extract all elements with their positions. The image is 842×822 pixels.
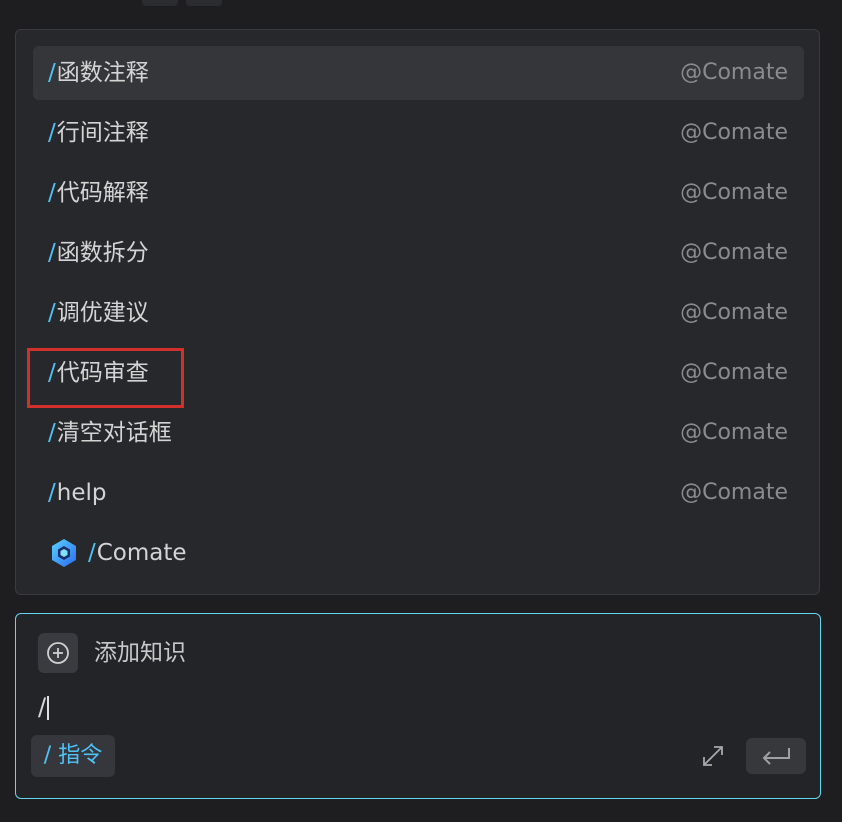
slash-prefix: / bbox=[48, 360, 56, 386]
command-source: @Comate bbox=[680, 480, 788, 505]
command-source: @Comate bbox=[680, 180, 788, 205]
command-menu: /函数注释 @Comate /行间注释 @Comate /代码解释 @Comat… bbox=[15, 29, 820, 595]
command-label: /清空对话框 bbox=[48, 406, 172, 460]
query-input[interactable]: / bbox=[38, 689, 678, 725]
command-item-tuning-advice[interactable]: /调优建议 @Comate bbox=[33, 286, 804, 340]
command-label: /代码审查 bbox=[48, 346, 149, 400]
slash-prefix: / bbox=[48, 240, 56, 266]
command-item-code-review[interactable]: /代码审查 @Comate bbox=[33, 346, 804, 400]
command-list: /函数注释 @Comate /行间注释 @Comate /代码解释 @Comat… bbox=[33, 46, 804, 586]
command-name: Comate bbox=[96, 540, 187, 566]
slash-prefix: / bbox=[48, 300, 56, 326]
command-source: @Comate bbox=[680, 240, 788, 265]
plus-circle-icon bbox=[47, 642, 69, 664]
command-item-function-comment[interactable]: /函数注释 @Comate bbox=[33, 46, 804, 100]
command-name: 行间注释 bbox=[56, 120, 149, 146]
query-value: / bbox=[38, 693, 47, 721]
add-knowledge-label: 添加知识 bbox=[94, 640, 186, 666]
command-item-help[interactable]: /help @Comate bbox=[33, 466, 804, 520]
command-item-comate[interactable]: /Comate bbox=[33, 526, 804, 580]
send-button[interactable] bbox=[746, 738, 806, 774]
command-source: @Comate bbox=[680, 360, 788, 385]
command-item-inline-comment[interactable]: /行间注释 @Comate bbox=[33, 106, 804, 160]
top-stub bbox=[186, 0, 222, 6]
slash-prefix: / bbox=[48, 180, 56, 206]
top-stub bbox=[142, 0, 178, 6]
command-source: @Comate bbox=[680, 300, 788, 325]
command-item-clear-dialog[interactable]: /清空对话框 @Comate bbox=[33, 406, 804, 460]
command-name: 函数拆分 bbox=[56, 240, 149, 266]
command-name: 清空对话框 bbox=[56, 420, 172, 446]
command-name: 调优建议 bbox=[56, 300, 149, 326]
slash-prefix: / bbox=[48, 60, 56, 86]
command-label: /函数注释 bbox=[48, 46, 149, 100]
comate-logo-icon bbox=[52, 539, 76, 567]
command-label: /调优建议 bbox=[48, 286, 149, 340]
command-label: /函数拆分 bbox=[48, 226, 149, 280]
command-item-code-explain[interactable]: /代码解释 @Comate bbox=[33, 166, 804, 220]
command-label: /行间注释 bbox=[48, 106, 149, 160]
enter-return-icon bbox=[762, 748, 790, 765]
expand-arrows-icon[interactable] bbox=[700, 743, 726, 769]
command-chip-button[interactable]: / 指令 bbox=[31, 735, 115, 777]
command-label: /help bbox=[48, 466, 106, 520]
command-label: /代码解释 bbox=[48, 166, 149, 220]
command-source: @Comate bbox=[680, 420, 788, 445]
slash-prefix: / bbox=[48, 420, 56, 446]
command-name: 代码审查 bbox=[56, 360, 149, 386]
command-item-function-split[interactable]: /函数拆分 @Comate bbox=[33, 226, 804, 280]
command-name: 代码解释 bbox=[56, 180, 149, 206]
command-name: 函数注释 bbox=[56, 60, 149, 86]
command-source: @Comate bbox=[680, 120, 788, 145]
text-caret bbox=[47, 696, 50, 720]
chat-input-panel: 添加知识 / / 指令 bbox=[15, 613, 821, 799]
slash-prefix: / bbox=[88, 540, 96, 566]
add-knowledge-button[interactable] bbox=[38, 633, 78, 673]
command-source: @Comate bbox=[680, 60, 788, 85]
slash-prefix: / bbox=[48, 120, 56, 146]
command-label: /Comate bbox=[88, 526, 187, 580]
slash-prefix: / bbox=[48, 480, 56, 506]
command-name: help bbox=[56, 480, 107, 506]
